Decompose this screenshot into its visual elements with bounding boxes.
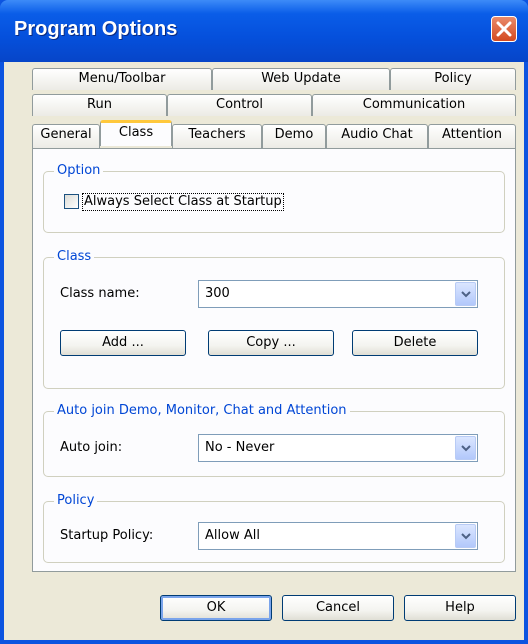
auto-join-label: Auto join: xyxy=(60,440,123,455)
class-name-dropdown-button[interactable] xyxy=(455,282,476,306)
auto-join-combo[interactable]: No - Never xyxy=(198,434,478,462)
class-group: Class Class name: 300 Add ... Copy ... D… xyxy=(43,249,505,389)
tab-communication[interactable]: Communication xyxy=(312,94,516,116)
auto-join-group: Auto join Demo, Monitor, Chat and Attent… xyxy=(43,403,505,477)
tab-control[interactable]: Control xyxy=(167,94,312,116)
tab-policy[interactable]: Policy xyxy=(390,68,516,90)
tab-panel-class: Option Always Select Class at Startup Cl… xyxy=(32,148,516,572)
option-group: Option Always Select Class at Startup xyxy=(43,163,505,233)
close-button[interactable] xyxy=(491,16,517,42)
auto-join-dropdown-button[interactable] xyxy=(455,436,476,460)
always-select-class-checkbox[interactable] xyxy=(64,194,79,209)
cancel-button[interactable]: Cancel xyxy=(282,595,394,621)
startup-policy-label: Startup Policy: xyxy=(60,528,154,543)
class-group-title: Class xyxy=(54,249,95,265)
auto-join-group-title: Auto join Demo, Monitor, Chat and Attent… xyxy=(54,403,350,419)
tab-menu-toolbar[interactable]: Menu/Toolbar xyxy=(32,68,212,90)
policy-group: Policy Startup Policy: Allow All xyxy=(43,493,505,563)
tab-web-update[interactable]: Web Update xyxy=(212,68,390,90)
tab-audio-chat[interactable]: Audio Chat xyxy=(326,124,428,148)
chevron-down-icon xyxy=(461,291,471,298)
class-name-combo[interactable]: 300 xyxy=(198,280,478,308)
copy-class-button[interactable]: Copy ... xyxy=(208,330,334,356)
tab-run[interactable]: Run xyxy=(32,94,167,116)
class-name-value: 300 xyxy=(205,286,230,301)
startup-policy-value: Allow All xyxy=(205,528,260,543)
option-group-title: Option xyxy=(54,163,104,179)
tab-general[interactable]: General xyxy=(32,124,100,148)
tab-demo[interactable]: Demo xyxy=(262,124,326,148)
window-title: Program Options xyxy=(14,18,178,40)
policy-group-title: Policy xyxy=(54,493,98,509)
program-options-window: Program Options Menu/Toolbar Web Update … xyxy=(0,0,528,644)
dialog-client-area: Menu/Toolbar Web Update Policy Run Contr… xyxy=(4,62,524,640)
chevron-down-icon xyxy=(461,533,471,540)
tab-class[interactable]: Class xyxy=(100,120,172,146)
tab-attention[interactable]: Attention xyxy=(428,124,516,148)
delete-class-button[interactable]: Delete xyxy=(352,330,478,356)
tab-row-1: Menu/Toolbar Web Update Policy xyxy=(32,68,516,90)
chevron-down-icon xyxy=(461,445,471,452)
title-bar[interactable]: Program Options xyxy=(0,0,528,62)
close-icon xyxy=(496,21,512,37)
tab-row-3: General Class Teachers Demo Audio Chat A… xyxy=(32,120,516,148)
startup-policy-dropdown-button[interactable] xyxy=(455,524,476,548)
startup-policy-combo[interactable]: Allow All xyxy=(198,522,478,550)
tab-teachers[interactable]: Teachers xyxy=(172,124,262,148)
class-name-label: Class name: xyxy=(60,286,140,301)
add-class-button[interactable]: Add ... xyxy=(60,330,186,356)
auto-join-value: No - Never xyxy=(205,440,275,455)
tab-row-2: Run Control Communication xyxy=(32,94,516,116)
ok-button[interactable]: OK xyxy=(160,595,272,621)
always-select-class-label[interactable]: Always Select Class at Startup xyxy=(82,193,284,211)
help-button[interactable]: Help xyxy=(404,595,516,621)
